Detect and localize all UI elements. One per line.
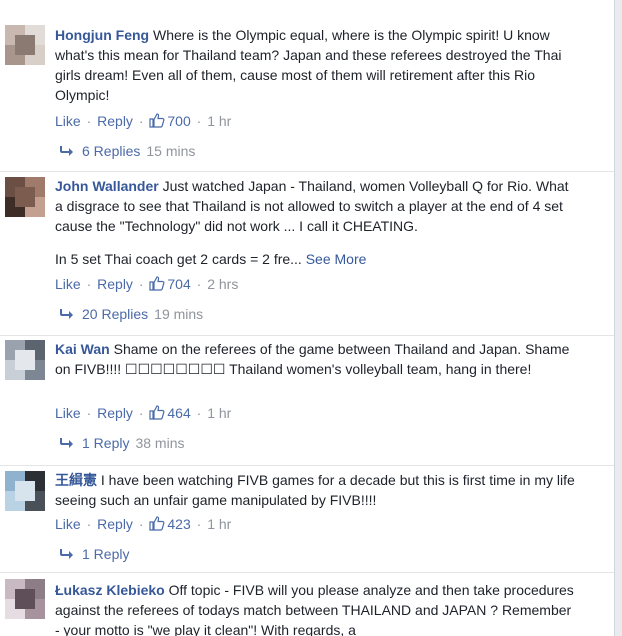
comment-actions: Like · Reply · 704 · 2 hrs (55, 276, 239, 292)
view-replies-link[interactable]: 20 Replies 19 mins (58, 304, 203, 324)
comment-item: Hongjun Feng Where is the Olympic equal,… (0, 0, 614, 172)
comment-item: 王緝憲 I have been watching FIVB games for … (0, 466, 614, 573)
avatar-tile (15, 589, 35, 609)
avatar[interactable] (5, 177, 45, 217)
like-button[interactable]: Like (55, 405, 81, 421)
comment-time[interactable]: 1 hr (207, 516, 231, 532)
comment-body: John Wallander Just watched Japan - Thai… (55, 176, 577, 236)
comment-text-truncated: In 5 set Thai coach get 2 cards = 2 fre.… (55, 251, 302, 267)
comment-author[interactable]: Kai Wan (55, 341, 110, 357)
comment-text: Shame on the referees of the game betwee… (55, 341, 570, 377)
avatar[interactable] (5, 25, 45, 65)
comment-item: Łukasz Klebieko Off topic - FIVB will yo… (0, 573, 614, 636)
like-button[interactable]: Like (55, 276, 81, 292)
comments-panel: Hongjun Feng Where is the Olympic equal,… (0, 0, 615, 636)
like-count[interactable]: 704 (149, 276, 191, 292)
comment-body: Hongjun Feng Where is the Olympic equal,… (55, 25, 577, 105)
reply-button[interactable]: Reply (97, 516, 133, 532)
comment-text: I have been watching FIVB games for a de… (55, 472, 575, 508)
avatar[interactable] (5, 471, 45, 511)
reply-arrow-icon (60, 438, 73, 448)
reply-arrow-icon (60, 309, 73, 319)
comment-time[interactable]: 1 hr (207, 405, 231, 421)
view-replies-link[interactable]: 1 Reply 38 mins (58, 433, 185, 453)
comment-item: John Wallander Just watched Japan - Thai… (0, 172, 614, 336)
thumbs-up-icon (149, 276, 165, 291)
like-count[interactable]: 423 (149, 516, 191, 532)
comment-author[interactable]: John Wallander (55, 178, 159, 194)
comment-time[interactable]: 1 hr (207, 113, 231, 129)
avatar[interactable] (5, 579, 45, 619)
avatar[interactable] (5, 340, 45, 380)
avatar-tile (15, 35, 35, 55)
comment-body: 王緝憲 I have been watching FIVB games for … (55, 470, 577, 510)
comment-body: Kai Wan Shame on the referees of the gam… (55, 339, 577, 379)
like-button[interactable]: Like (55, 516, 81, 532)
see-more-link[interactable]: See More (306, 251, 367, 267)
comment-time[interactable]: 2 hrs (207, 276, 238, 292)
comment-actions: Like · Reply · 423 · 1 hr (55, 516, 232, 532)
comment-actions: Like · Reply · 464 · 1 hr (55, 405, 232, 421)
reply-arrow-icon (60, 549, 73, 559)
thumbs-up-icon (149, 405, 165, 420)
avatar-tile (15, 481, 35, 501)
view-replies-link[interactable]: 6 Replies 15 mins (58, 141, 195, 161)
avatar-tile (15, 350, 35, 370)
reply-arrow-icon (60, 146, 73, 156)
reply-button[interactable]: Reply (97, 276, 133, 292)
comment-actions: Like · Reply · 700 · 1 hr (55, 113, 232, 129)
like-count[interactable]: 464 (149, 405, 191, 421)
reply-button[interactable]: Reply (97, 113, 133, 129)
comment-body: Łukasz Klebieko Off topic - FIVB will yo… (55, 580, 577, 636)
comment-author[interactable]: Łukasz Klebieko (55, 582, 165, 598)
scrollbar-track[interactable] (615, 0, 622, 636)
comment-item: Kai Wan Shame on the referees of the gam… (0, 336, 614, 466)
comment-continuation: In 5 set Thai coach get 2 cards = 2 fre.… (55, 249, 577, 269)
thumbs-up-icon (149, 516, 165, 531)
comment-author[interactable]: 王緝憲 (55, 472, 97, 488)
reply-button[interactable]: Reply (97, 405, 133, 421)
view-replies-link[interactable]: 1 Reply (58, 544, 129, 564)
thumbs-up-icon (149, 113, 165, 128)
like-button[interactable]: Like (55, 113, 81, 129)
comment-author[interactable]: Hongjun Feng (55, 27, 149, 43)
avatar-tile (15, 187, 35, 207)
like-count[interactable]: 700 (149, 113, 191, 129)
